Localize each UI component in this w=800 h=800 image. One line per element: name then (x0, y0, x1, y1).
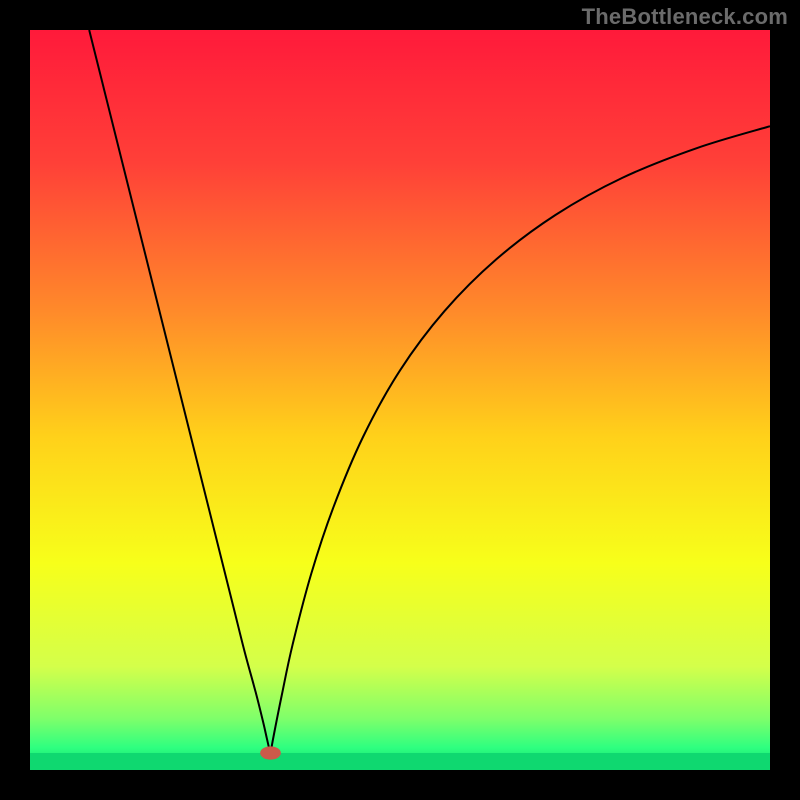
watermark-text: TheBottleneck.com (582, 4, 788, 30)
bottleneck-marker (260, 746, 281, 759)
plot-area (30, 30, 770, 770)
chart-outer: TheBottleneck.com (0, 0, 800, 800)
gradient-background (30, 30, 770, 770)
chart-svg (30, 30, 770, 770)
bottom-green-band (30, 753, 770, 770)
